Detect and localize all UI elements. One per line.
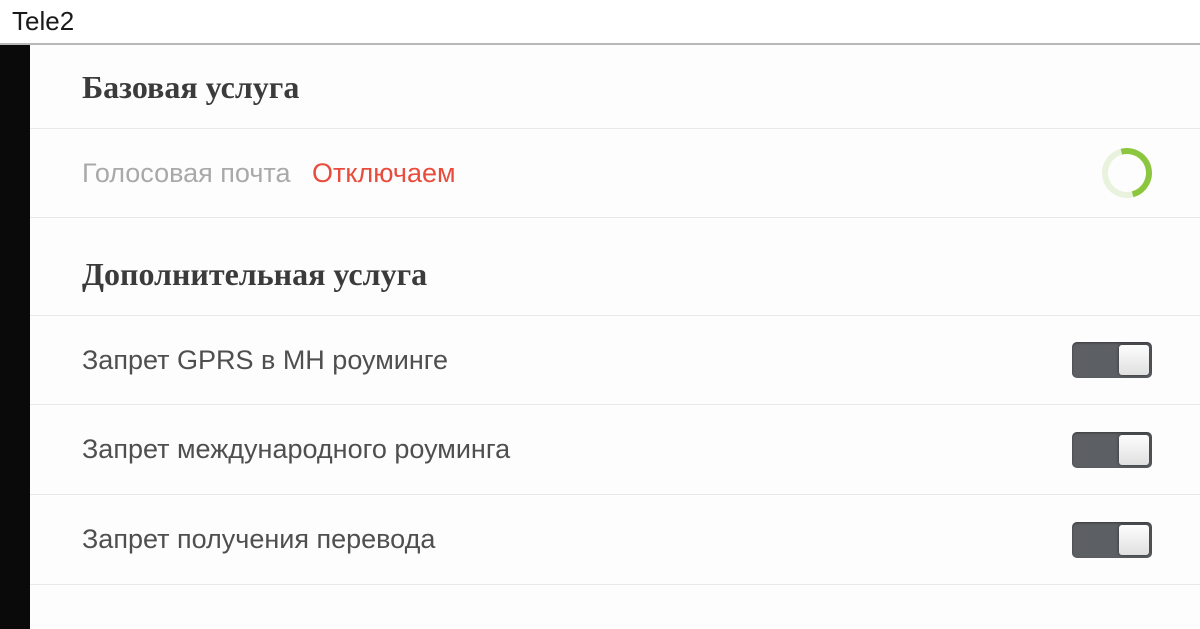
window-title: Tele2 <box>0 0 1200 45</box>
toggle-knob <box>1119 345 1149 375</box>
main-panel: Базовая услуга Голосовая почта Отключаем… <box>30 45 1200 629</box>
service-label: Запрет международного роуминга <box>82 434 1072 465</box>
toggle-intl-roaming[interactable] <box>1072 432 1152 468</box>
voicemail-name: Голосовая почта <box>82 158 291 188</box>
toggle-knob <box>1119 525 1149 555</box>
section-heading-additional: Дополнительная услуга <box>30 232 1200 315</box>
voicemail-label-wrap: Голосовая почта Отключаем <box>82 158 1102 189</box>
loading-spinner-icon <box>1093 139 1161 207</box>
voicemail-status: Отключаем <box>312 158 456 188</box>
section-heading-base: Базовая услуга <box>30 45 1200 128</box>
service-row-gprs-roaming: Запрет GPRS в МН роуминге <box>30 315 1200 405</box>
service-row-intl-roaming: Запрет международного роуминга <box>30 405 1200 495</box>
service-label: Запрет получения перевода <box>82 524 1072 555</box>
side-strip <box>0 45 30 629</box>
service-label: Запрет GPRS в МН роуминге <box>82 345 1072 376</box>
service-row-transfer-block: Запрет получения перевода <box>30 495 1200 585</box>
toggle-knob <box>1119 435 1149 465</box>
service-row-voicemail: Голосовая почта Отключаем <box>30 128 1200 218</box>
toggle-gprs-roaming[interactable] <box>1072 342 1152 378</box>
toggle-transfer-block[interactable] <box>1072 522 1152 558</box>
